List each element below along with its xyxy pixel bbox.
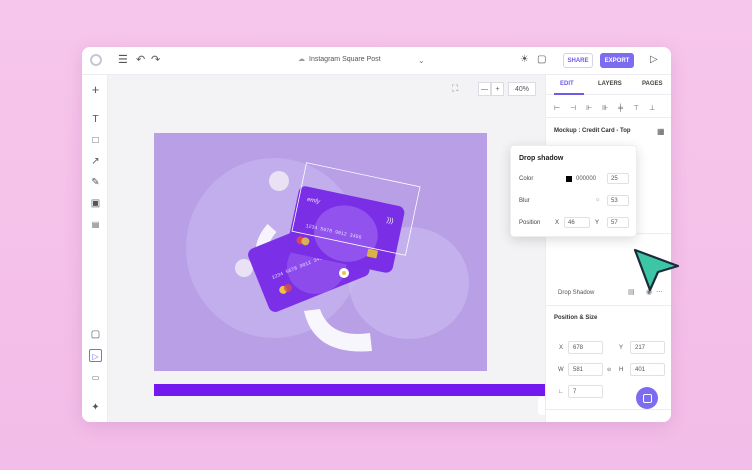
blur-input[interactable]: 53: [607, 195, 629, 206]
left-toolbar: + T □ ↗ ✎ ▣ ▤ ▢ ▷ ▭ ✦: [82, 75, 108, 422]
pos-y-label: Y: [595, 220, 600, 226]
blur-label: Blur: [519, 198, 530, 204]
redo-icon[interactable]: ↷: [151, 53, 160, 67]
line-tool-icon[interactable]: ↗: [89, 155, 102, 168]
color-swatch[interactable]: [566, 175, 572, 182]
h-input[interactable]: 401: [630, 363, 665, 376]
image-tool-icon[interactable]: ▣: [89, 197, 102, 210]
pattern-icon[interactable]: ▦: [657, 127, 665, 136]
link-ratio-icon[interactable]: ⊝: [607, 367, 611, 373]
divider: [546, 305, 671, 306]
svg-text:))): ))): [386, 217, 394, 225]
sun-icon[interactable]: ☀: [520, 53, 529, 67]
effect-row[interactable]: Drop Shadow: [554, 286, 634, 299]
mockup-title: Mockup : Credit Card - Top: [554, 128, 631, 134]
pointer-cursor-icon: [633, 248, 680, 292]
chat-icon: [642, 393, 652, 403]
document-title-text: Instagram Square Post: [309, 55, 381, 63]
zoom-out-button[interactable]: —: [478, 82, 491, 96]
play-icon[interactable]: ▷: [650, 53, 658, 67]
pen-tool-icon[interactable]: ✎: [89, 176, 102, 189]
drop-shadow-popover: Drop shadow Color 000000 25 Blur ☼ 53 Po…: [510, 145, 637, 237]
menu-icon[interactable]: ☰: [118, 53, 128, 67]
x-input[interactable]: 678: [568, 341, 603, 354]
add-icon[interactable]: +: [89, 83, 102, 96]
pos-y-input[interactable]: 57: [607, 217, 629, 228]
color-label: Color: [519, 176, 534, 182]
popover-title: Drop shadow: [519, 155, 564, 162]
pos-x-label: X: [555, 220, 560, 226]
divider: [546, 409, 671, 410]
zoom-control: — + 40%: [478, 82, 536, 96]
artboard[interactable]: 1234 5678 9012 3456 emfy 1234 5678 9012 …: [154, 133, 487, 371]
select-tool-icon[interactable]: ▷: [89, 349, 102, 362]
w-label: W: [558, 367, 564, 373]
document-title[interactable]: ☁ Instagram Square Post: [298, 55, 381, 64]
keyboard-icon[interactable]: ▭: [89, 371, 102, 384]
tab-pages[interactable]: PAGES: [642, 81, 663, 87]
tab-layers[interactable]: LAYERS: [598, 81, 622, 87]
text-tool-icon[interactable]: T: [89, 113, 102, 126]
active-tab-indicator: [554, 93, 584, 95]
rotation-label: ∟: [558, 389, 564, 395]
position-size-label: Position & Size: [554, 315, 598, 321]
y-label: Y: [619, 345, 624, 351]
next-artboard[interactable]: [154, 384, 545, 396]
rectangle-tool-icon[interactable]: □: [89, 134, 102, 147]
position-label: Position: [519, 220, 541, 226]
opacity-input[interactable]: 25: [607, 173, 629, 184]
top-bar: ☰ ↶ ↷ ☁ Instagram Square Post ⌄ ☀ ▢ SHAR…: [82, 47, 671, 75]
magic-icon[interactable]: ✦: [89, 401, 102, 414]
color-hex: 000000: [576, 175, 597, 182]
export-button[interactable]: EXPORT: [600, 53, 634, 68]
divider: [546, 117, 671, 118]
x-label: X: [559, 345, 564, 351]
fit-screen-icon[interactable]: ⛶: [452, 83, 458, 94]
frame-tool-icon[interactable]: ▢: [89, 328, 102, 341]
panel-tabs: EDIT LAYERS PAGES: [546, 75, 671, 95]
zoom-in-button[interactable]: +: [491, 82, 504, 96]
tab-edit[interactable]: EDIT: [560, 81, 574, 87]
y-input[interactable]: 217: [630, 341, 665, 354]
undo-icon[interactable]: ↶: [136, 53, 145, 67]
alignment-toolbar[interactable]: ⊢ ⊣ ⊩ ⊪ ╪ ⊤ ⊥: [554, 104, 659, 112]
effect-name: Drop Shadow: [558, 289, 595, 296]
pos-x-input[interactable]: 46: [564, 217, 590, 228]
color-input[interactable]: 000000: [563, 173, 603, 184]
chevron-down-icon[interactable]: ⌄: [418, 54, 425, 68]
app-logo-icon[interactable]: [90, 54, 102, 66]
credit-card-mockup[interactable]: 1234 5678 9012 3456 emfy 1234 5678 9012 …: [154, 133, 487, 371]
cloud-icon: ☁: [298, 56, 305, 63]
rotation-input[interactable]: 7: [568, 385, 603, 398]
blur-icon: ☼: [595, 197, 601, 203]
help-chat-button[interactable]: [636, 387, 658, 409]
comment-icon[interactable]: ▢: [537, 53, 546, 67]
zoom-level-select[interactable]: 40%: [508, 82, 536, 96]
table-tool-icon[interactable]: ▤: [89, 218, 102, 231]
h-label: H: [619, 367, 624, 373]
w-input[interactable]: 581: [568, 363, 603, 376]
share-button[interactable]: SHARE: [563, 53, 593, 68]
